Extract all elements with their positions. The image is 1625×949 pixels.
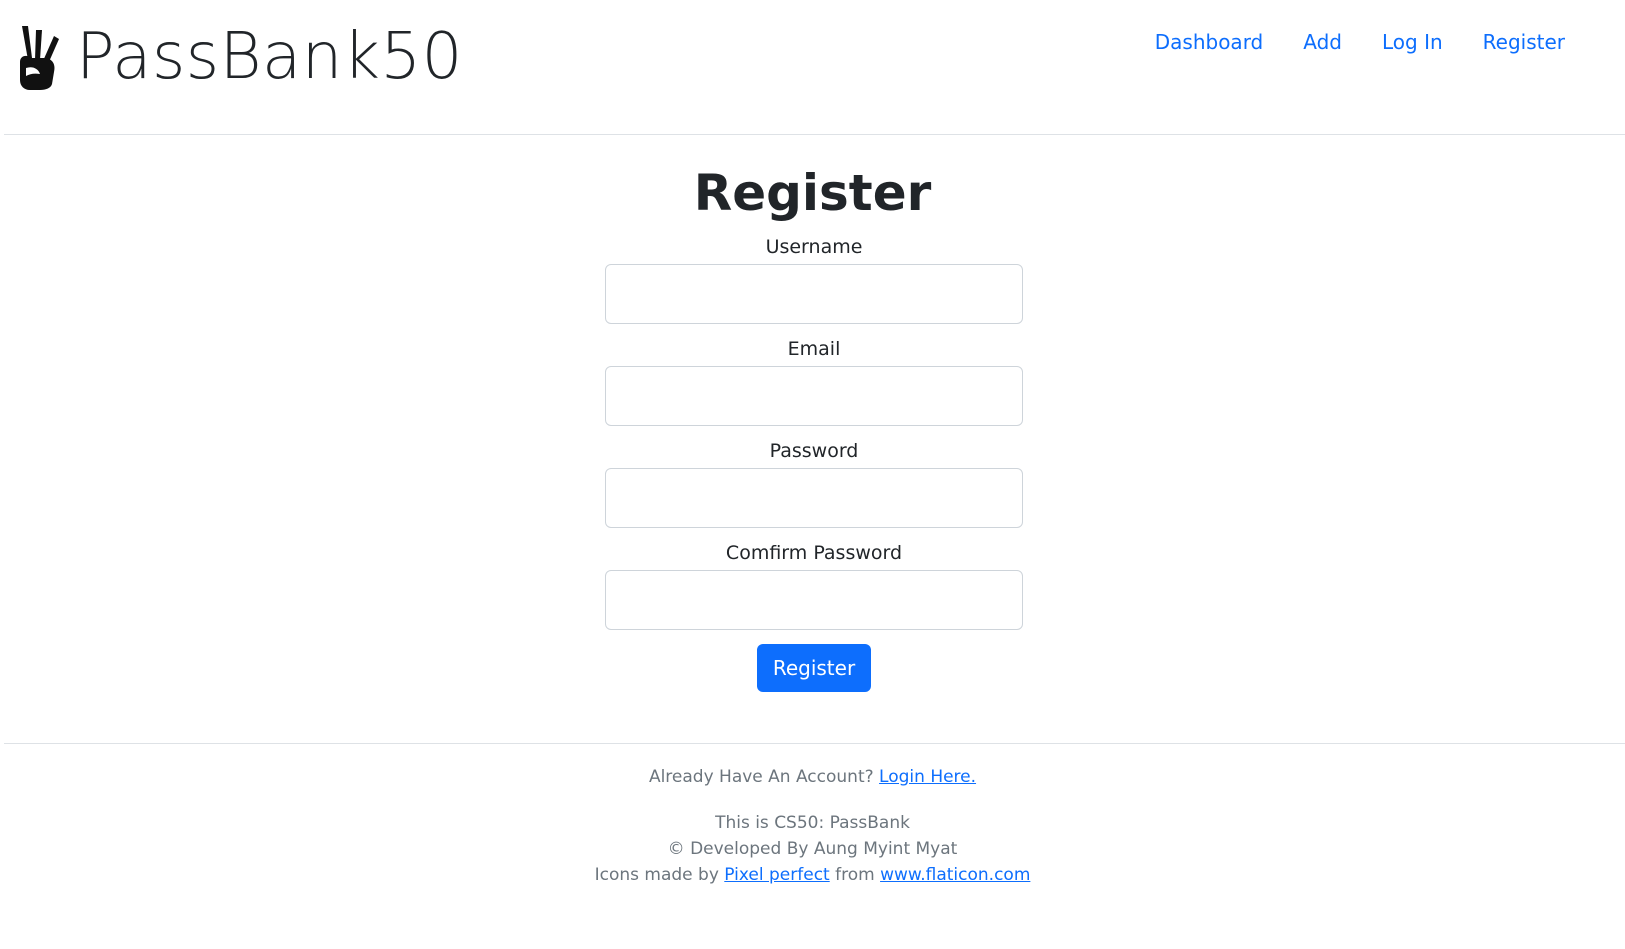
nav-login[interactable]: Log In	[1382, 30, 1443, 54]
site-header: PassBank50 Dashboard Add Log In Register	[0, 0, 1625, 134]
register-form: Username Email Password Comfirm Password…	[605, 236, 1023, 692]
submit-row: Register	[605, 644, 1023, 692]
email-input[interactable]	[605, 366, 1023, 426]
confirm-password-label: Comfirm Password	[725, 542, 903, 564]
icons-author-link[interactable]: Pixel perfect	[724, 865, 829, 885]
password-input[interactable]	[605, 468, 1023, 528]
footer-divider	[4, 743, 1625, 744]
header-divider	[4, 134, 1625, 135]
nav-add[interactable]: Add	[1303, 30, 1342, 54]
username-group: Username	[605, 236, 1023, 324]
footer-spacer	[0, 790, 1625, 810]
confirm-password-group: Comfirm Password	[605, 542, 1023, 630]
confirm-password-input[interactable]	[605, 570, 1023, 630]
login-here-link[interactable]: Login Here.	[879, 767, 976, 787]
brand-link[interactable]: PassBank50	[16, 24, 463, 90]
about-text: This is CS50: PassBank	[715, 813, 910, 833]
icons-credit: Icons made by Pixel perfect from www.fla…	[0, 862, 1625, 888]
register-button[interactable]: Register	[756, 644, 872, 692]
login-prompt: Already Have An Account? Login Here.	[0, 764, 1625, 790]
nav-dashboard[interactable]: Dashboard	[1155, 30, 1264, 54]
icons-from: from	[835, 865, 875, 885]
username-input[interactable]	[605, 264, 1023, 324]
main-nav: Dashboard Add Log In Register	[1155, 30, 1565, 54]
flaticon-link[interactable]: www.flaticon.com	[880, 865, 1030, 885]
three-fingers-hand-icon	[20, 26, 59, 90]
email-group: Email	[605, 338, 1023, 426]
nav-register[interactable]: Register	[1483, 30, 1565, 54]
page-title: Register	[693, 164, 932, 222]
developer-credit: © Developed By Aung Myint Myat	[667, 839, 958, 859]
have-account-text: Already Have An Account?	[648, 767, 874, 787]
password-label: Password	[769, 440, 859, 462]
password-group: Password	[605, 440, 1023, 528]
icons-prefix: Icons made by	[594, 865, 719, 885]
site-footer: Already Have An Account? Login Here. Thi…	[0, 764, 1625, 888]
email-label: Email	[787, 338, 841, 360]
username-label: Username	[765, 236, 863, 258]
brand-title: PassBank50	[76, 20, 463, 94]
